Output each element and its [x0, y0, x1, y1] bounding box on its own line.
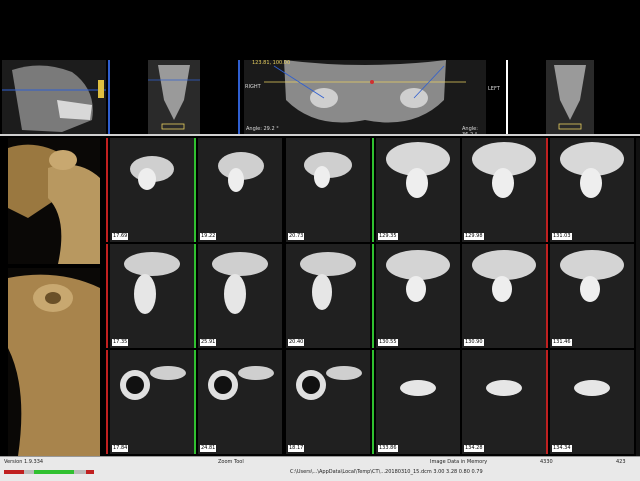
right-status-value: 423 [616, 459, 626, 465]
slice-cell[interactable]: 24.81 [198, 350, 282, 454]
slice-cell[interactable]: 25.91 [198, 244, 282, 348]
slice-cell[interactable]: 20.73 [286, 138, 370, 242]
axial-view[interactable]: RIGHT 123.81, 100.00 Angle: 29.2 ° Angle… [244, 60, 486, 134]
slice-label: 25.91 [200, 339, 217, 346]
slice-cell[interactable]: 129.35 [376, 138, 460, 242]
slice-cell[interactable]: 134.34 [550, 350, 634, 454]
memory-value: 4330 [540, 459, 553, 465]
coronal-view-left[interactable] [546, 60, 594, 134]
slice-label: 17.35 [112, 339, 129, 346]
green-marker [194, 244, 196, 348]
slice-cell[interactable]: 19.22 [198, 138, 282, 242]
slice-label: 134.28 [464, 445, 484, 452]
slice-cell[interactable]: 17.84 [110, 350, 194, 454]
angle-right-label: Angle: 36.2 ° [462, 126, 478, 134]
memory-label: Image Data in Memory [430, 459, 488, 465]
red-marker [546, 350, 548, 454]
slice-label: 131.03 [552, 233, 572, 240]
green-marker [372, 244, 374, 348]
coronal-view-right[interactable] [148, 60, 200, 134]
green-marker [372, 138, 374, 242]
cephalometric-view[interactable] [2, 60, 106, 134]
slice-cell[interactable]: 134.28 [462, 350, 546, 454]
blue-divider-2 [238, 60, 240, 134]
slice-label: 130.55 [378, 339, 398, 346]
horizontal-divider [0, 134, 640, 136]
red-marker [546, 138, 548, 242]
app-window: RIGHT 123.81, 100.00 Angle: 29.2 ° Angle… [0, 60, 640, 481]
slice-label: 130.90 [464, 339, 484, 346]
slice-cell[interactable]: 129.98 [462, 138, 546, 242]
slider-handle[interactable] [98, 80, 104, 98]
slice-cell[interactable]: 18.17 [286, 350, 370, 454]
green-marker [194, 350, 196, 454]
status-bar: Version 1.9.334 Zoom Tool Image Data in … [0, 456, 640, 481]
slice-label: 18.17 [288, 445, 305, 452]
slice-label: 24.81 [200, 445, 217, 452]
zoom-tool-label: Zoom Tool [218, 459, 244, 465]
3d-render-upper[interactable] [8, 138, 100, 264]
slice-label: 129.98 [464, 233, 484, 240]
slice-label: 17.69 [112, 233, 129, 240]
red-marker [106, 350, 108, 454]
right-orientation-label: RIGHT [245, 84, 261, 90]
coordinate-readout: 123.81, 100.00 [252, 60, 291, 66]
red-marker [106, 138, 108, 242]
red-marker [546, 244, 548, 348]
red-marker [106, 244, 108, 348]
version-text: Version 1.9.334 [4, 459, 44, 465]
slice-grid: 17.69 19.22 20.73 129.35 129.98 131.03 1… [106, 138, 636, 456]
green-marker [194, 138, 196, 242]
slice-label: 133.86 [378, 445, 398, 452]
slice-cell[interactable]: 17.35 [110, 244, 194, 348]
slice-label: 17.84 [112, 445, 129, 452]
angle-left-label: Angle: 29.2 ° [246, 126, 279, 132]
slice-cell[interactable]: 130.55 [376, 244, 460, 348]
3d-render-lower[interactable] [8, 268, 100, 456]
white-divider [506, 60, 508, 134]
slice-label: 129.35 [378, 233, 398, 240]
progress-bar [4, 470, 94, 474]
slice-cell[interactable]: 131.03 [550, 138, 634, 242]
slice-cell[interactable]: 131.46 [550, 244, 634, 348]
left-orientation-label: LEFT [488, 86, 500, 92]
slice-label: 20.40 [288, 339, 305, 346]
slice-cell[interactable]: 130.90 [462, 244, 546, 348]
file-path: C:\Users\...\AppData\Local\Temp\CT\...20… [290, 469, 483, 475]
green-marker [372, 350, 374, 454]
blue-divider [108, 60, 110, 134]
slice-label: 134.34 [552, 445, 572, 452]
slice-cell[interactable]: 20.40 [286, 244, 370, 348]
slice-cell[interactable]: 133.86 [376, 350, 460, 454]
slice-label: 19.22 [200, 233, 217, 240]
right-edge [636, 138, 640, 456]
slice-label: 20.73 [288, 233, 305, 240]
slice-cell[interactable]: 17.69 [110, 138, 194, 242]
slice-label: 131.46 [552, 339, 572, 346]
